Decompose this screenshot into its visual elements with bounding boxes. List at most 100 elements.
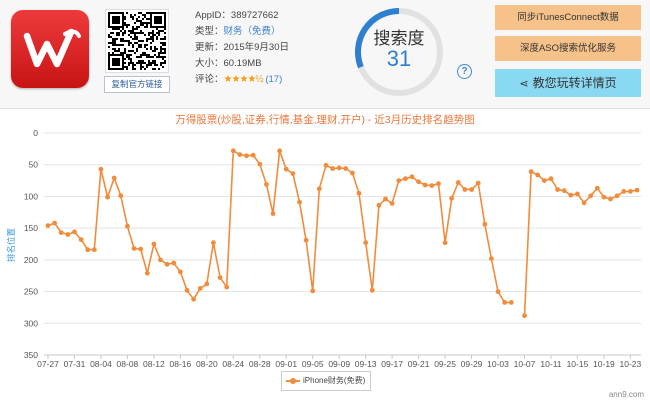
data-point[interactable] (131, 246, 137, 251)
data-point[interactable] (330, 166, 335, 171)
data-point[interactable] (396, 178, 402, 183)
data-point[interactable] (204, 281, 210, 287)
data-point[interactable] (455, 180, 461, 185)
data-point[interactable] (628, 189, 633, 194)
data-point[interactable] (522, 313, 527, 319)
data-point[interactable] (561, 188, 567, 194)
data-point[interactable] (442, 240, 448, 246)
data-point[interactable] (475, 180, 481, 186)
data-point[interactable] (290, 171, 296, 176)
data-point[interactable] (105, 194, 110, 200)
data-point[interactable] (197, 286, 203, 291)
data-point[interactable] (184, 287, 190, 293)
data-point[interactable] (230, 148, 236, 154)
data-point[interactable] (436, 181, 441, 187)
sync-itunesconnect-button[interactable]: 同步iTunesConnect数据 (495, 5, 641, 30)
data-point[interactable] (78, 237, 84, 243)
data-point[interactable] (369, 287, 375, 293)
data-point[interactable] (568, 192, 574, 198)
data-point[interactable] (125, 223, 130, 229)
data-point[interactable] (429, 183, 435, 188)
data-point[interactable] (257, 161, 263, 167)
data-point[interactable] (422, 182, 428, 188)
data-point[interactable] (277, 148, 282, 154)
copy-link-button[interactable]: 复制官方链接 (104, 76, 170, 93)
data-point[interactable] (363, 240, 369, 246)
data-point[interactable] (250, 152, 256, 158)
help-icon[interactable]: ? (457, 64, 472, 79)
data-point[interactable] (469, 187, 474, 192)
data-point[interactable] (409, 174, 415, 180)
data-point[interactable] (389, 201, 395, 206)
data-point[interactable] (144, 270, 150, 276)
data-point[interactable] (85, 247, 91, 253)
data-point[interactable] (45, 223, 51, 228)
data-point[interactable] (72, 229, 77, 235)
data-point[interactable] (489, 256, 494, 261)
data-point[interactable] (541, 178, 547, 183)
data-point[interactable] (449, 195, 455, 201)
data-point[interactable] (383, 196, 388, 202)
data-point[interactable] (270, 211, 276, 216)
data-point[interactable] (65, 232, 71, 237)
data-point[interactable] (224, 284, 230, 290)
data-point[interactable] (482, 221, 488, 227)
data-point[interactable] (343, 166, 349, 171)
data-point[interactable] (178, 269, 183, 275)
data-point[interactable] (588, 193, 594, 199)
data-point[interactable] (91, 247, 97, 253)
data-point[interactable] (323, 162, 329, 168)
data-point[interactable] (528, 169, 534, 175)
data-point[interactable] (634, 187, 640, 193)
data-point[interactable] (608, 196, 613, 202)
rating-count-link[interactable]: (17) (265, 74, 282, 85)
data-point[interactable] (111, 175, 117, 181)
data-point[interactable] (303, 237, 309, 243)
data-point[interactable] (164, 261, 170, 267)
data-point[interactable] (462, 187, 468, 192)
data-point[interactable] (191, 296, 197, 302)
data-point[interactable] (316, 186, 322, 192)
data-point[interactable] (264, 182, 269, 187)
data-point[interactable] (118, 193, 124, 199)
aso-service-button[interactable]: 深度ASO搜索优化服务 (495, 36, 641, 61)
y-tick-label: 200 (24, 255, 38, 265)
data-point[interactable] (614, 193, 620, 199)
data-point[interactable] (158, 257, 163, 263)
data-point[interactable] (310, 288, 316, 294)
data-point[interactable] (594, 185, 600, 191)
data-point[interactable] (283, 166, 289, 172)
chart-legend[interactable]: iPhone财务(免费) (281, 371, 371, 391)
data-point[interactable] (297, 199, 302, 205)
data-point[interactable] (575, 191, 580, 197)
data-point[interactable] (244, 153, 249, 159)
category-link[interactable]: 财务（免费） (224, 26, 281, 37)
detail-page-guide-button[interactable]: ⋖ 教您玩转详情页 (495, 69, 641, 97)
data-point[interactable] (151, 241, 157, 247)
data-point[interactable] (581, 200, 587, 206)
data-point[interactable] (237, 152, 243, 157)
data-point[interactable] (621, 189, 627, 194)
data-point[interactable] (502, 300, 507, 305)
data-point[interactable] (535, 172, 541, 178)
data-point[interactable] (217, 275, 223, 280)
data-point[interactable] (52, 220, 57, 226)
data-point[interactable] (98, 166, 104, 172)
data-point[interactable] (336, 165, 342, 171)
data-point[interactable] (548, 176, 554, 182)
data-point[interactable] (58, 230, 64, 235)
data-point[interactable] (171, 260, 177, 266)
data-point[interactable] (601, 194, 607, 200)
data-point[interactable] (416, 179, 421, 185)
data-point[interactable] (495, 289, 501, 294)
app-header: 复制官方链接 AppID：389727662 类型：财务（免费） 更新：2015… (0, 0, 650, 109)
data-point[interactable] (138, 246, 144, 252)
data-point[interactable] (376, 202, 382, 208)
data-point[interactable] (211, 240, 216, 246)
data-point[interactable] (356, 190, 362, 196)
data-point[interactable] (508, 300, 514, 305)
data-point[interactable] (555, 187, 560, 192)
data-point[interactable] (350, 170, 355, 176)
data-point[interactable] (403, 176, 408, 182)
x-tick-label: 10-11 (540, 359, 561, 369)
